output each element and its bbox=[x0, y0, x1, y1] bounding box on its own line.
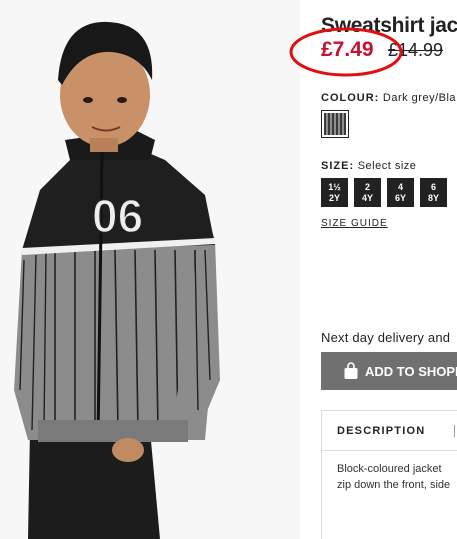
product-image[interactable]: 06 bbox=[0, 0, 300, 539]
colour-label-key: COLOUR: bbox=[321, 92, 380, 104]
size-option-4y[interactable]: 2 4Y bbox=[354, 178, 381, 207]
size-label: SIZE: Select size bbox=[321, 160, 416, 172]
size-option-2y[interactable]: 1½ 2Y bbox=[321, 178, 348, 207]
size-option-bottom: 2Y bbox=[328, 192, 340, 203]
description-line: zip down the front, side bbox=[337, 479, 451, 491]
tab-divider bbox=[454, 425, 455, 437]
size-option-6y[interactable]: 4 6Y bbox=[387, 178, 414, 207]
size-guide-link[interactable]: SIZE GUIDE bbox=[321, 218, 388, 229]
size-option-bottom: 4Y bbox=[361, 192, 373, 203]
colour-swatch[interactable] bbox=[321, 110, 349, 138]
product-details: Sweatshirt jac £7.49 £14.99 COLOUR: Dark… bbox=[321, 0, 457, 539]
size-option-bottom: 6Y bbox=[394, 192, 406, 203]
description-text: Block-coloured jacket zip down the front… bbox=[337, 461, 457, 493]
description-tab-label: DESCRIPTION bbox=[337, 425, 426, 437]
description-panel: DESCRIPTION Block-coloured jacket zip do… bbox=[321, 410, 457, 539]
svg-text:06: 06 bbox=[92, 190, 143, 242]
colour-label: COLOUR: Dark grey/Bla bbox=[321, 92, 456, 104]
size-option-top: 1½ bbox=[328, 181, 341, 192]
product-title: Sweatshirt jac bbox=[321, 14, 457, 37]
description-line: Block-coloured jacket bbox=[337, 463, 442, 475]
delivery-info: Next day delivery and bbox=[321, 330, 451, 345]
product-photo-illustration: 06 bbox=[0, 0, 300, 539]
size-option-top: 4 bbox=[397, 181, 403, 192]
size-option-8y[interactable]: 6 8Y bbox=[420, 178, 447, 207]
sale-price: £7.49 bbox=[321, 38, 374, 61]
add-to-bag-label: ADD TO SHOPP bbox=[365, 363, 457, 379]
product-page: 06 Sweatshirt jac £7.49 £14.99 COLOUR: D… bbox=[0, 0, 457, 539]
size-option-bottom: 8Y bbox=[427, 192, 439, 203]
size-prompt: Select size bbox=[357, 160, 417, 172]
size-options: 1½ 2Y 2 4Y 4 6Y 6 8Y bbox=[321, 178, 447, 207]
shopping-bag-icon bbox=[344, 362, 358, 379]
size-label-key: SIZE: bbox=[321, 160, 355, 172]
colour-value: Dark grey/Bla bbox=[382, 92, 457, 104]
add-to-bag-button[interactable]: ADD TO SHOPP bbox=[321, 352, 457, 390]
original-price: £14.99 bbox=[388, 40, 444, 60]
price-row: £7.49 £14.99 bbox=[321, 38, 443, 62]
size-option-top: 6 bbox=[430, 181, 436, 192]
tab-description[interactable]: DESCRIPTION bbox=[322, 411, 457, 451]
colour-swatch-fill bbox=[324, 113, 346, 135]
size-option-top: 2 bbox=[364, 181, 370, 192]
